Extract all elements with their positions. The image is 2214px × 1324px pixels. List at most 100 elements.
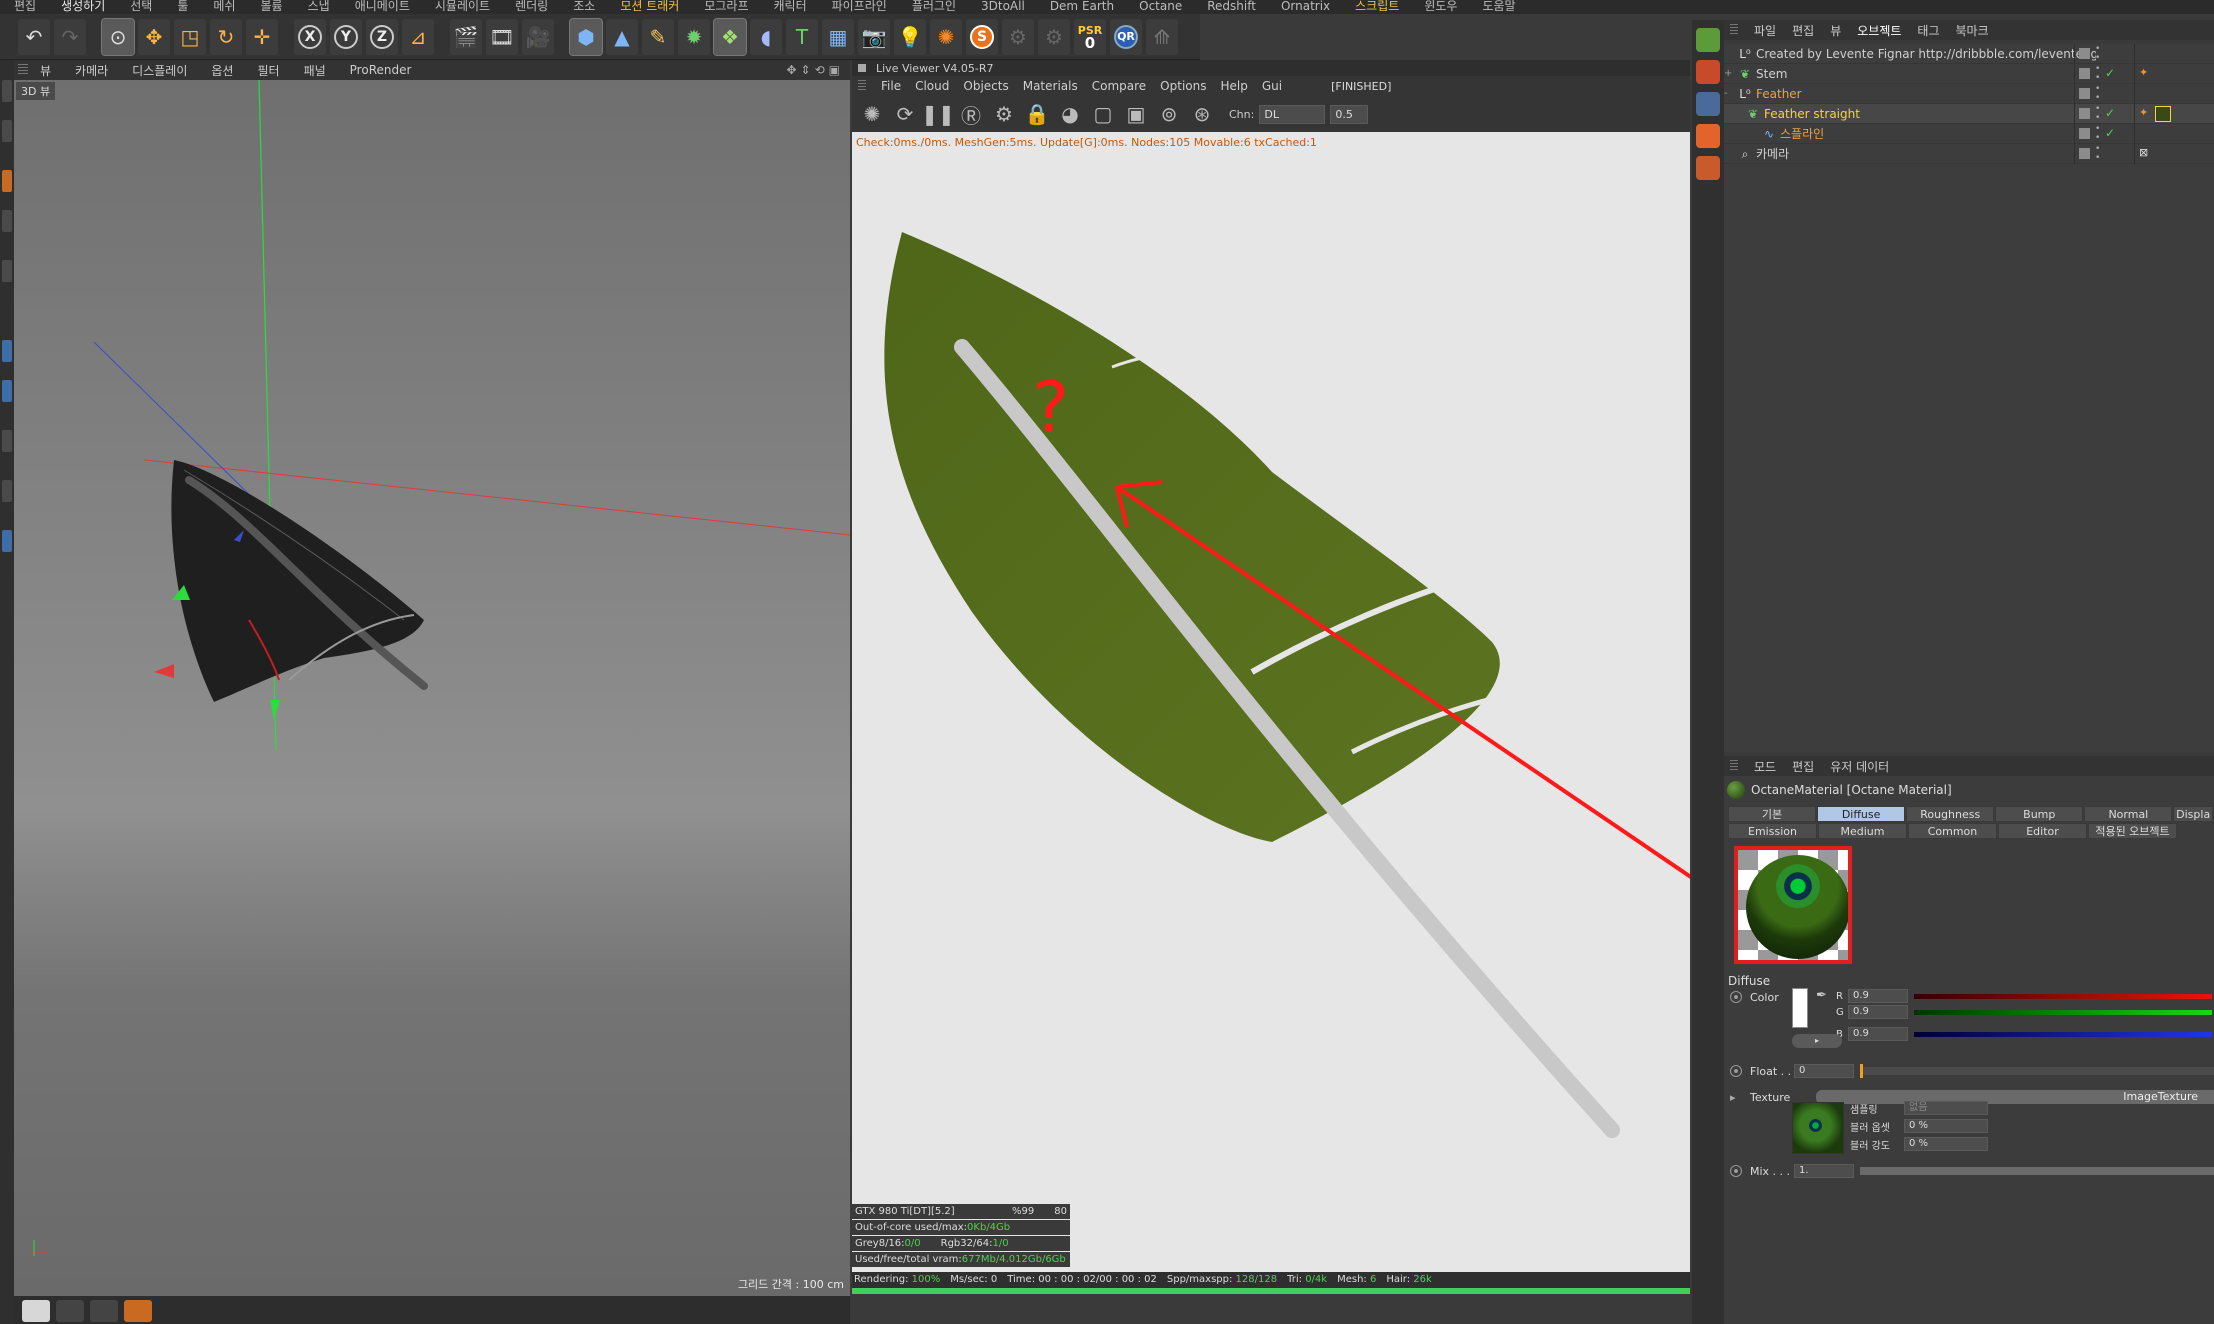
lv-menu-help[interactable]: Help: [1213, 79, 1254, 93]
mode-button[interactable]: [2, 480, 12, 502]
menu-item[interactable]: Dem Earth: [1036, 0, 1125, 14]
visibility-flags[interactable]: • •: [2074, 83, 2134, 104]
visibility-dots[interactable]: • •: [2095, 84, 2100, 103]
lv-menu-cloud[interactable]: Cloud: [908, 79, 956, 93]
mode-button[interactable]: [2, 380, 12, 402]
visibility-dots[interactable]: • •: [2095, 144, 2100, 163]
sampling-select[interactable]: 없음: [1904, 1101, 1988, 1115]
enabled-check-icon[interactable]: ✓: [2105, 106, 2115, 120]
lv-menu-compare[interactable]: Compare: [1085, 79, 1153, 93]
r-slider[interactable]: [1914, 993, 2212, 999]
viewport-menu-filter[interactable]: 필터: [245, 62, 291, 79]
viewport-nav-icons[interactable]: ✥⇕⟲▣: [786, 63, 844, 77]
live-selection-button[interactable]: ⊙: [101, 17, 135, 56]
mode-button[interactable]: [2, 430, 12, 452]
octane-layout-button[interactable]: [124, 1300, 152, 1322]
om-menu-bookmarks[interactable]: 북마크: [1948, 22, 1997, 39]
viewport-menu-display[interactable]: 디스플레이: [120, 62, 199, 79]
am-menu-edit[interactable]: 편집: [1784, 758, 1822, 775]
menu-item[interactable]: 스냅: [294, 0, 341, 14]
disabled-tool-button[interactable]: ⚙: [1002, 18, 1034, 55]
menu-item[interactable]: Octane: [1125, 0, 1193, 14]
tab-basic[interactable]: 기본: [1728, 806, 1817, 822]
om-menu-edit[interactable]: 편집: [1784, 22, 1822, 39]
visibility-flags[interactable]: • • ✓: [2074, 63, 2134, 84]
tab-normal[interactable]: Normal: [2084, 806, 2173, 822]
om-menu-view[interactable]: 뷰: [1822, 22, 1849, 39]
mode-button[interactable]: [2, 120, 12, 142]
menu-item[interactable]: 윈도우: [1410, 0, 1468, 14]
menu-item[interactable]: 모션 트래커: [606, 0, 690, 14]
hair-tag-icon[interactable]: ✦: [2139, 106, 2148, 119]
mode-button[interactable]: [2, 530, 12, 552]
tab-assigned-objects[interactable]: 적용된 오브젝트: [2088, 823, 2177, 839]
viewport-menu-prorender[interactable]: ProRender: [338, 63, 424, 77]
blur-offset-input[interactable]: 0 %: [1904, 1119, 1988, 1133]
menu-item[interactable]: Redshift: [1193, 0, 1267, 14]
tab-roughness[interactable]: Roughness: [1906, 806, 1995, 822]
frame-button-2[interactable]: ▣: [1122, 100, 1150, 128]
generator-button[interactable]: ✹: [678, 18, 710, 55]
tab-emission[interactable]: Emission: [1728, 823, 1817, 839]
align-tool-button[interactable]: ⟰: [1146, 18, 1178, 55]
visibility-flags[interactable]: • •: [2074, 43, 2134, 64]
scale-tool-button[interactable]: ◳: [174, 18, 206, 55]
visibility-dots[interactable]: • •: [2095, 64, 2100, 83]
content-browser-icon[interactable]: [1696, 92, 1720, 116]
object-row[interactable]: ❦ Feather straight • • ✓ ✦: [1724, 103, 2214, 124]
y-axis-lock-button[interactable]: Y: [330, 18, 362, 55]
qr-button[interactable]: QR: [1110, 18, 1142, 55]
tab-medium[interactable]: Medium: [1818, 823, 1907, 839]
menu-item[interactable]: 편집: [0, 0, 47, 14]
menu-item[interactable]: 파이프라인: [818, 0, 898, 14]
menu-item[interactable]: Ornatrix: [1267, 0, 1341, 14]
spline-pen-button[interactable]: ▲: [606, 18, 638, 55]
object-row[interactable]: ⌕ 카메라 • • ⊠: [1724, 143, 2214, 164]
mode-button[interactable]: [2, 80, 12, 102]
tab-diffuse[interactable]: Diffuse: [1817, 806, 1906, 822]
om-menu-objects[interactable]: 오브젝트: [1849, 22, 1909, 39]
camera-button[interactable]: 📷: [858, 18, 890, 55]
disabled-tool-button-2[interactable]: ⚙: [1038, 18, 1070, 55]
menu-item[interactable]: 캐릭터: [760, 0, 818, 14]
mode-button[interactable]: [2, 260, 12, 282]
visibility-flags[interactable]: • • ✓: [2074, 123, 2134, 144]
viewport-menu-view[interactable]: 뷰: [28, 62, 63, 79]
transform-tool-button[interactable]: ✛: [246, 18, 278, 55]
material-tag-icon[interactable]: [2155, 105, 2171, 122]
takes-tab-icon[interactable]: [1696, 60, 1720, 84]
channel-select[interactable]: DL: [1259, 104, 1326, 124]
g-input[interactable]: 0.9: [1848, 1005, 1908, 1019]
menu-item[interactable]: 플러그인: [898, 0, 967, 14]
om-menu-file[interactable]: 파일: [1746, 22, 1784, 39]
pick-material-button[interactable]: ⊛: [1188, 100, 1216, 128]
render-picture-viewer-button[interactable]: 🎞: [486, 18, 518, 55]
layout-button[interactable]: [90, 1300, 118, 1322]
lv-menu-materials[interactable]: Materials: [1016, 79, 1085, 93]
menu-item[interactable]: 선택: [116, 0, 163, 14]
menu-item[interactable]: 볼륨: [247, 0, 294, 14]
tab-displacement[interactable]: Displa: [2173, 806, 2213, 822]
eyedropper-icon[interactable]: ✒: [1816, 988, 1827, 1003]
mode-button[interactable]: [2, 340, 12, 362]
pick-focus-button[interactable]: ⊚: [1155, 100, 1183, 128]
layout-button[interactable]: [56, 1300, 84, 1322]
layout-button[interactable]: [22, 1300, 50, 1322]
am-menu-user-data[interactable]: 유저 데이터: [1822, 758, 1897, 775]
r-input[interactable]: 0.9: [1848, 989, 1908, 1003]
float-input[interactable]: 0: [1794, 1064, 1854, 1078]
rotate-tool-button[interactable]: ↻: [210, 18, 242, 55]
pause-button[interactable]: ❚❚: [921, 100, 955, 128]
menu-item[interactable]: 메쉬: [199, 0, 246, 14]
move-tool-button[interactable]: ✥: [138, 18, 170, 55]
undo-button[interactable]: ↶: [18, 18, 50, 55]
cube-object-button[interactable]: ⬢: [569, 17, 603, 56]
phong-tag-icon[interactable]: ✦: [2139, 66, 2148, 79]
menu-item[interactable]: 3DtoAll: [967, 0, 1036, 14]
light-button[interactable]: 💡: [894, 18, 926, 55]
blur-strength-input[interactable]: 0 %: [1904, 1137, 1988, 1151]
om-menu-tags[interactable]: 태그: [1909, 22, 1947, 39]
object-row[interactable]: - L⁰ Feather • •: [1724, 83, 2214, 104]
lv-menu-options[interactable]: Options: [1153, 79, 1213, 93]
animate-toggle[interactable]: [1730, 1065, 1742, 1077]
